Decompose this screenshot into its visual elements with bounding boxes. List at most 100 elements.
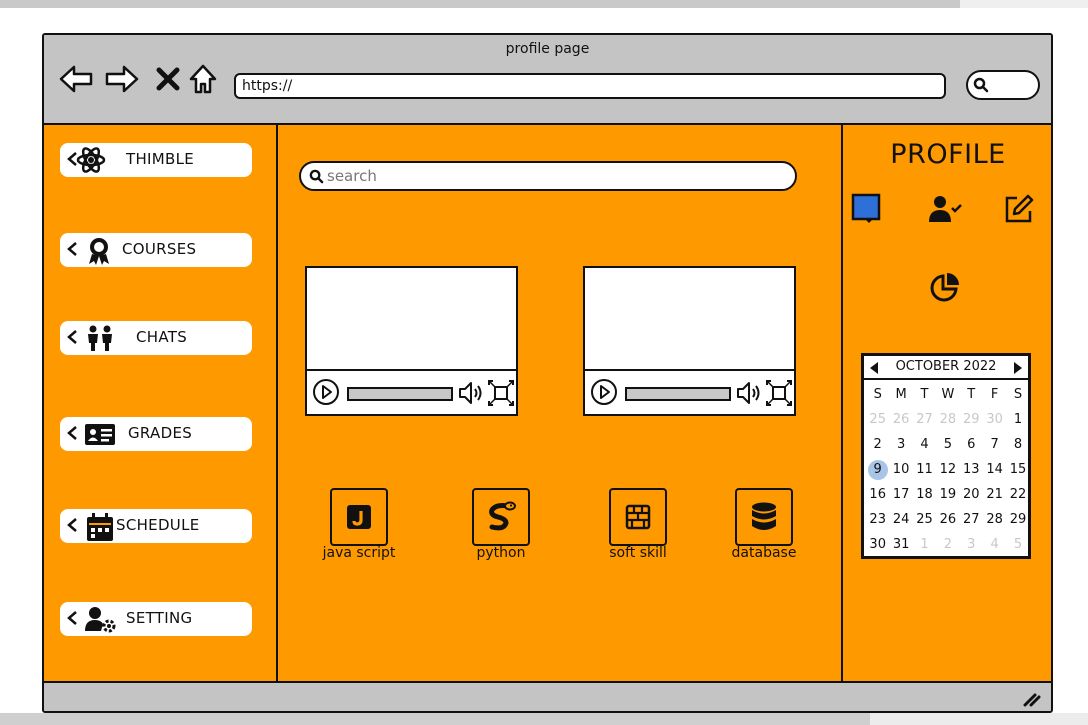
calendar-week: 25 26 27 28 29 30 1	[866, 407, 1030, 432]
play-icon[interactable]	[590, 378, 618, 406]
calendar-day[interactable]: 30	[983, 412, 1006, 427]
calendar-day[interactable]: 19	[936, 487, 959, 502]
calendar-day[interactable]: 4	[983, 537, 1006, 552]
search-icon	[973, 77, 989, 93]
calendar-day[interactable]: 7	[983, 437, 1006, 452]
profile-panel: PROFILE OCTOBER 2022 S M T W T F S 25 26…	[841, 125, 1051, 681]
forward-button[interactable]	[104, 61, 140, 97]
calendar-day[interactable]: 20	[960, 487, 983, 502]
sidebar-item-chats[interactable]: CHATS	[60, 321, 252, 355]
calendar-day[interactable]: 14	[983, 462, 1006, 477]
sidebar-item-grades[interactable]: GRADES	[60, 417, 252, 451]
course-database-button[interactable]	[735, 488, 793, 546]
video-controls	[307, 369, 516, 415]
calendar-day[interactable]: 10	[889, 462, 912, 477]
calendar-month: OCTOBER 2022	[895, 359, 997, 374]
calendar-day[interactable]: 23	[866, 512, 889, 527]
calendar-day[interactable]: 12	[936, 462, 959, 477]
edit-icon[interactable]	[1003, 193, 1035, 225]
calendar-week: 23 24 25 26 27 28 29	[866, 507, 1030, 532]
video-progress-bar[interactable]	[347, 387, 453, 401]
user-check-icon[interactable]	[929, 195, 963, 223]
calendar-day[interactable]: 27	[913, 412, 936, 427]
sidebar-item-label: COURSES	[122, 240, 197, 258]
chevron-left-icon	[67, 426, 77, 440]
home-button[interactable]	[185, 61, 221, 97]
course-javascript-button[interactable]	[330, 488, 388, 546]
browser-window: profile page https:// THIMBLE COURSES CH…	[42, 33, 1053, 713]
calendar-day[interactable]: 28	[936, 412, 959, 427]
calendar-day[interactable]: 29	[1006, 512, 1029, 527]
pie-chart-icon[interactable]	[929, 271, 961, 303]
sidebar-item-schedule[interactable]: SCHEDULE	[60, 509, 252, 543]
browser-search-button[interactable]	[966, 70, 1040, 100]
title-bar: profile page https://	[44, 35, 1051, 125]
calendar-day[interactable]: 25	[866, 412, 889, 427]
stop-button[interactable]	[150, 61, 186, 97]
brick-wall-icon	[625, 504, 651, 530]
calendar-day[interactable]: 26	[936, 512, 959, 527]
sidebar-item-setting[interactable]: SETTING	[60, 602, 252, 636]
back-button[interactable]	[58, 61, 94, 97]
course-python-button[interactable]	[472, 488, 530, 546]
weekday: S	[1013, 387, 1023, 402]
video-progress-bar[interactable]	[625, 387, 731, 401]
calendar-day[interactable]: 5	[1006, 537, 1029, 552]
calendar-day[interactable]: 25	[913, 512, 936, 527]
javascript-icon	[347, 505, 371, 529]
calendar-day[interactable]: 27	[960, 512, 983, 527]
video-player[interactable]	[583, 266, 796, 416]
calendar-day[interactable]: 4	[913, 437, 936, 452]
calendar-day[interactable]: 5	[936, 437, 959, 452]
fullscreen-icon[interactable]	[487, 379, 515, 407]
weekday: F	[990, 387, 999, 402]
volume-icon[interactable]	[735, 379, 763, 407]
note-icon[interactable]	[851, 193, 883, 225]
calendar-day[interactable]: 26	[889, 412, 912, 427]
calendar-day[interactable]: 3	[960, 537, 983, 552]
top-edge	[0, 0, 960, 8]
calendar-day[interactable]: 31	[889, 537, 912, 552]
play-icon[interactable]	[312, 378, 340, 406]
calendar-day[interactable]: 15	[1006, 462, 1029, 477]
search-placeholder: search	[327, 167, 377, 185]
video-controls	[585, 369, 794, 415]
calendar-day[interactable]: 8	[1006, 437, 1029, 452]
calendar-day[interactable]: 22	[1006, 487, 1029, 502]
calendar-day[interactable]: 2	[936, 537, 959, 552]
calendar-day[interactable]: 2	[866, 437, 889, 452]
calendar-day[interactable]: 24	[889, 512, 912, 527]
calendar-day[interactable]: 3	[889, 437, 912, 452]
caret-left-icon[interactable]	[868, 361, 880, 375]
course-label: java script	[322, 545, 396, 561]
calendar-day[interactable]: 21	[983, 487, 1006, 502]
calendar-day[interactable]: 6	[960, 437, 983, 452]
volume-icon[interactable]	[457, 379, 485, 407]
course-soft-skill-button[interactable]	[609, 488, 667, 546]
fullscreen-icon[interactable]	[765, 379, 793, 407]
caret-right-icon[interactable]	[1012, 361, 1024, 375]
calendar-day[interactable]: 17	[889, 487, 912, 502]
atom-icon	[76, 147, 106, 173]
url-bar[interactable]: https://	[234, 73, 946, 99]
calendar-day[interactable]: 18	[913, 487, 936, 502]
resize-grip-icon[interactable]	[1021, 691, 1041, 707]
calendar-day[interactable]: 9	[867, 459, 888, 480]
video-player[interactable]	[305, 266, 518, 416]
sidebar-item-thimble[interactable]: THIMBLE	[60, 143, 252, 177]
calendar-week: 2345678	[866, 432, 1030, 457]
search-input[interactable]: search	[299, 161, 797, 191]
bottom-edge-right	[870, 713, 1088, 725]
user-gear-icon	[85, 607, 116, 633]
calendar-day[interactable]: 1	[1006, 412, 1029, 427]
calendar-day[interactable]: 16	[866, 487, 889, 502]
arrow-right-icon	[105, 65, 139, 93]
sidebar-item-label: CHATS	[136, 328, 188, 346]
calendar-day[interactable]: 11	[913, 462, 936, 477]
sidebar-item-courses[interactable]: COURSES	[60, 233, 252, 267]
calendar-day[interactable]: 29	[960, 412, 983, 427]
calendar-day[interactable]: 30	[866, 537, 889, 552]
calendar-day[interactable]: 1	[913, 537, 936, 552]
calendar-day[interactable]: 28	[983, 512, 1006, 527]
calendar-day[interactable]: 13	[960, 462, 983, 477]
